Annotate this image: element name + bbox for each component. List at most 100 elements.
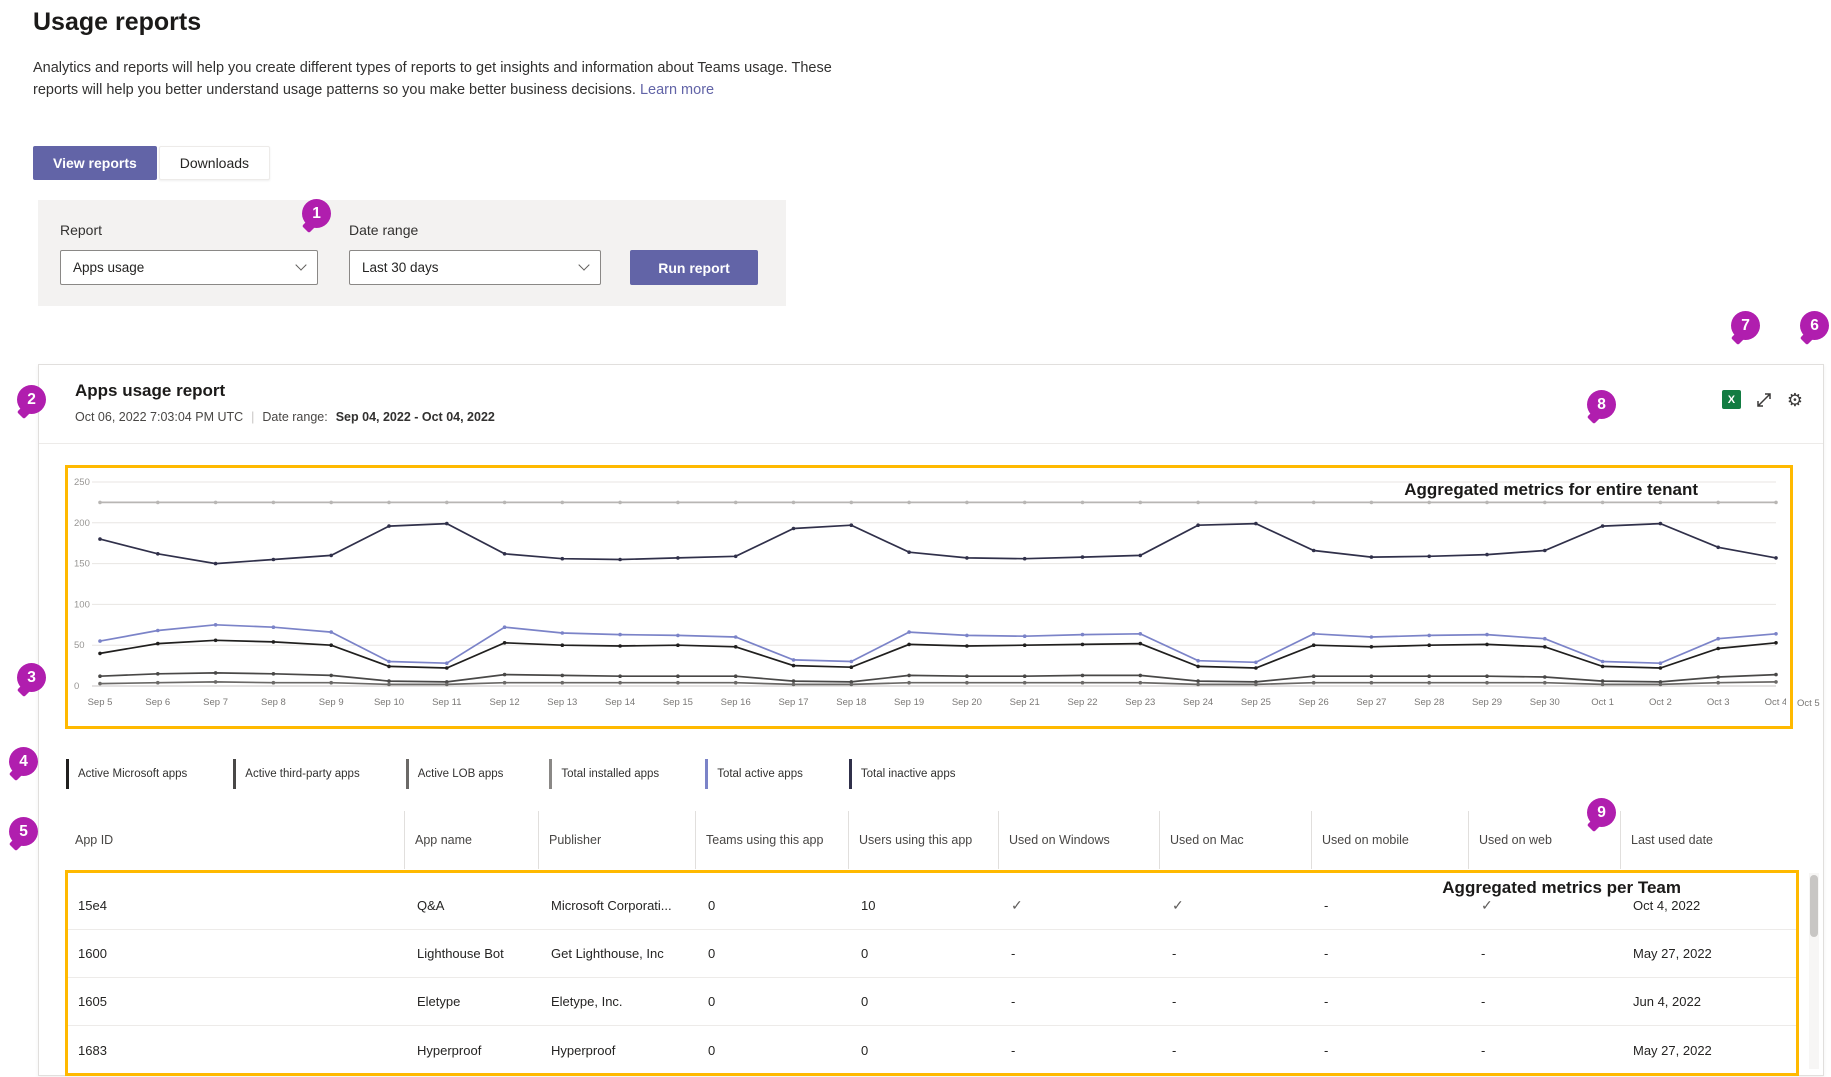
table-cell: - <box>1481 1042 1486 1058</box>
legend-color-bar <box>405 759 409 789</box>
learn-more-link[interactable]: Learn more <box>640 82 714 98</box>
table-cell: - <box>1324 994 1329 1009</box>
table-cell: 1605 <box>78 994 107 1009</box>
fullscreen-expand-icon[interactable] <box>1756 392 1772 408</box>
table-scrollbar[interactable] <box>1809 873 1819 1069</box>
report-select-value: Apps usage <box>73 260 145 275</box>
svg-text:Sep 23: Sep 23 <box>1125 697 1155 708</box>
table-cell: 1683 <box>78 1042 107 1058</box>
table-cell: 0 <box>861 1042 869 1058</box>
export-to-excel-icon[interactable]: X <box>1721 390 1741 409</box>
legend-item[interactable]: Active third-party apps <box>233 759 360 789</box>
svg-text:Sep 22: Sep 22 <box>1067 697 1097 708</box>
check-icon: ✓ <box>1011 897 1023 913</box>
column-header[interactable]: Publisher <box>538 811 695 869</box>
table-cell: - <box>1481 946 1486 961</box>
table-header-row: App ID App name Publisher Teams using this … <box>65 811 1799 869</box>
column-header[interactable]: App name <box>404 811 538 869</box>
column-header[interactable]: Used on Windows <box>998 811 1159 869</box>
meta-separator: | <box>251 410 255 424</box>
callout-badge-6: 6 <box>1800 311 1829 340</box>
report-daterange-value: Sep 04, 2022 - Oct 04, 2022 <box>335 410 495 424</box>
usage-line-chart: 0 50 100 150 200 250 Sep 5 Sep 6 Sep 7 Sep 8 Sep 9… <box>74 477 1786 708</box>
legend-label: Active Microsoft apps <box>78 768 188 780</box>
report-meta: Oct 06, 2022 7:03:04 PM UTC | Date range… <box>75 410 495 424</box>
svg-text:Sep 16: Sep 16 <box>721 697 751 708</box>
svg-text:Sep 8: Sep 8 <box>261 697 286 708</box>
svg-text:Sep 10: Sep 10 <box>374 697 404 708</box>
table-row[interactable]: 1605 Eletype Eletype, Inc. 0 0 - - - - Jun 4, 202… <box>68 978 1796 1026</box>
column-header[interactable]: Used on mobile <box>1311 811 1468 869</box>
report-select[interactable]: Apps usage <box>60 250 318 285</box>
svg-text:Sep 7: Sep 7 <box>203 697 228 708</box>
table-cell: 0 <box>708 1042 716 1058</box>
table-row[interactable]: 1683 Hyperproof Hyperproof 0 0 - - - - May 27, 20… <box>68 1026 1796 1073</box>
callout-badge-9: 9 <box>1587 798 1616 827</box>
legend-item[interactable]: Total inactive apps <box>848 759 955 789</box>
column-header[interactable]: Used on Mac <box>1159 811 1311 869</box>
apps-table-body: 15e4 Q&A Microsoft Corporati... 0 10 ✓ ✓ - ✓ Oct … <box>68 873 1796 1073</box>
daterange-select[interactable]: Last 30 days <box>349 250 601 285</box>
svg-text:250: 250 <box>74 477 90 488</box>
callout-badge-3: 3 <box>17 663 46 692</box>
table-cell: 10 <box>861 898 876 913</box>
chevron-down-icon <box>295 259 307 271</box>
column-header[interactable]: App ID <box>65 811 404 869</box>
legend-color-bar <box>848 759 852 789</box>
legend-item[interactable]: Active Microsoft apps <box>66 759 187 789</box>
report-daterange-label: Date range: <box>262 410 328 424</box>
usage-chart-highlight-box: 0 50 100 150 200 250 Sep 5 Sep 6 Sep 7 Sep 8 Sep 9… <box>65 465 1793 729</box>
table-cell: - <box>1324 1042 1329 1058</box>
callout-badge-5: 5 <box>9 817 38 846</box>
column-header[interactable]: Last used date <box>1620 811 1799 869</box>
legend-label: Total installed apps <box>561 768 660 780</box>
table-cell: - <box>1324 946 1329 961</box>
svg-text:Sep 25: Sep 25 <box>1241 697 1271 708</box>
scrollbar-thumb[interactable] <box>1810 875 1818 937</box>
legend-color-bar <box>66 759 69 789</box>
svg-text:Sep 14: Sep 14 <box>605 697 635 708</box>
settings-gear-icon[interactable]: ⚙ <box>1787 391 1803 409</box>
legend-label: Active LOB apps <box>417 768 504 780</box>
callout-badge-8: 8 <box>1587 390 1616 419</box>
table-cell: May 27, 2022 <box>1633 1042 1712 1058</box>
callout-badge-7: 7 <box>1731 311 1760 340</box>
svg-text:Sep 26: Sep 26 <box>1299 697 1329 708</box>
svg-text:Sep 13: Sep 13 <box>547 697 577 708</box>
chart-legend: Active Microsoft apps Active third-party … <box>66 757 955 791</box>
table-cell: May 27, 2022 <box>1633 946 1712 961</box>
page-description: Analytics and reports will help you crea… <box>33 58 861 102</box>
report-filter-panel: Report Apps usage Date range Last 30 day… <box>38 200 786 306</box>
report-card: Apps usage report Oct 06, 2022 7:03:04 P… <box>38 364 1824 1076</box>
table-row[interactable]: 1600 Lighthouse Bot Get Lighthouse, Inc 0 0 -… <box>68 930 1796 978</box>
table-cell: Hyperproof <box>551 1042 616 1058</box>
column-header[interactable]: Teams using this app <box>695 811 848 869</box>
svg-text:0: 0 <box>74 681 79 692</box>
legend-item[interactable]: Active LOB apps <box>405 759 504 789</box>
svg-text:200: 200 <box>74 518 90 529</box>
report-dropdown-label: Report <box>60 222 103 238</box>
tab-downloads[interactable]: Downloads <box>158 146 271 180</box>
callout-badge-1: 1 <box>302 199 331 228</box>
x-axis-overflow-label: Oct 5 <box>1797 698 1820 709</box>
table-cell: Eletype <box>417 994 461 1009</box>
run-report-button[interactable]: Run report <box>630 250 758 285</box>
svg-text:150: 150 <box>74 559 90 570</box>
svg-text:Sep 17: Sep 17 <box>778 697 808 708</box>
table-cell: - <box>1011 1042 1016 1058</box>
svg-text:Oct 1: Oct 1 <box>1591 697 1614 708</box>
table-cell: - <box>1172 994 1177 1009</box>
svg-text:Sep 27: Sep 27 <box>1356 697 1386 708</box>
svg-text:Sep 18: Sep 18 <box>836 697 866 708</box>
tab-view-reports[interactable]: View reports <box>33 146 157 180</box>
table-cell: 0 <box>708 898 716 913</box>
chart-annotation: Aggregated metrics for entire tenant <box>1404 480 1698 499</box>
svg-text:Oct 3: Oct 3 <box>1707 697 1730 708</box>
report-generated-time: Oct 06, 2022 7:03:04 PM UTC <box>75 410 244 424</box>
column-header[interactable]: Users using this app <box>848 811 998 869</box>
legend-item[interactable]: Total installed apps <box>549 759 659 789</box>
report-toolbar: X ⚙ <box>1721 390 1803 409</box>
table-cell: 0 <box>708 994 716 1009</box>
legend-item[interactable]: Total active apps <box>705 759 803 789</box>
table-cell: - <box>1481 994 1486 1009</box>
